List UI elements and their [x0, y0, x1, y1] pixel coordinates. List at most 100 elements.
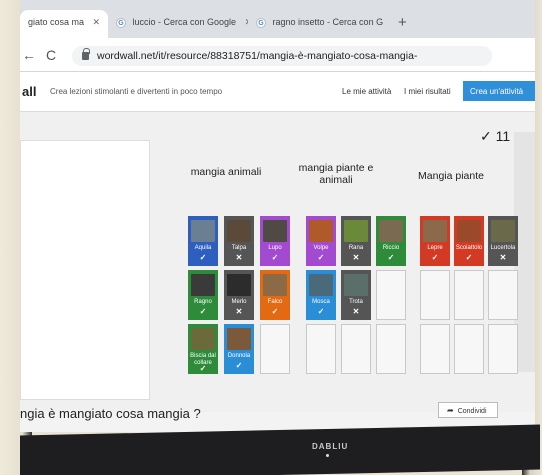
correct-icon: ✓: [235, 361, 243, 370]
tab-title: giato cosa ma: [28, 17, 85, 27]
empty-slot[interactable]: [454, 270, 484, 320]
url-text: wordwall.net/it/resource/88318751/mangia…: [97, 50, 418, 62]
wordwall-logo[interactable]: all: [22, 84, 36, 99]
animal-photo: [191, 220, 215, 242]
animal-card[interactable]: Volpe ✓: [306, 216, 336, 266]
share-label: Condividi: [457, 408, 487, 415]
card-label: Riccio: [382, 245, 400, 251]
activity-title: ngia è mangiato cosa mangia ?: [20, 406, 201, 421]
empty-slot[interactable]: [376, 324, 406, 374]
screen: giato cosa ma ✕ G luccio - Cerca con Goo…: [20, 0, 535, 432]
card-label: Falco: [267, 299, 283, 305]
wordwall-header: all Crea lezioni stimolanti e divertenti…: [20, 72, 535, 112]
new-tab-button[interactable]: +: [398, 14, 407, 31]
card-label: Rana: [348, 245, 364, 251]
card-label: Lucertola: [490, 245, 516, 251]
animal-card[interactable]: Donnola ✓: [224, 324, 254, 374]
correct-icon: ✓: [465, 253, 473, 262]
empty-slot[interactable]: [376, 270, 406, 320]
animal-photo: [227, 328, 251, 350]
tab-wordwall[interactable]: giato cosa ma ✕: [20, 10, 108, 38]
tab-luccio[interactable]: G luccio - Cerca con Google ✕: [108, 10, 248, 38]
correct-icon: ✓: [199, 253, 207, 262]
empty-slot[interactable]: [420, 270, 450, 320]
animal-photo: [309, 220, 333, 242]
empty-slot[interactable]: [306, 324, 336, 374]
tab-ragno[interactable]: G ragno insetto - Cerca con G ✕: [248, 10, 388, 38]
google-icon: G: [256, 17, 266, 28]
game-area: ✓ 11 mangia animali mangia piante e anim…: [20, 112, 535, 412]
card-label: Trota: [349, 299, 363, 305]
animal-card[interactable]: Lepre ✓: [420, 216, 450, 266]
power-led: [326, 454, 329, 457]
empty-slot[interactable]: [488, 270, 518, 320]
address-bar[interactable]: wordwall.net/it/resource/88318751/mangia…: [72, 46, 492, 66]
column-title-herbivores: Mangia piante: [418, 170, 484, 182]
animal-card[interactable]: Scoiattolo ✓: [454, 216, 484, 266]
animal-card[interactable]: Mosca ✓: [306, 270, 336, 320]
empty-slot[interactable]: [488, 324, 518, 374]
animal-card[interactable]: Lucertola ✕: [488, 216, 518, 266]
card-label: Aquila: [194, 245, 212, 251]
browser-toolbar: ← C wordwall.net/it/resource/88318751/ma…: [20, 38, 535, 72]
animal-photo: [309, 274, 333, 296]
share-button[interactable]: ➦ Condividi: [438, 402, 498, 418]
animal-photo: [191, 328, 215, 350]
animal-card[interactable]: Trota ✕: [341, 270, 371, 320]
reload-icon[interactable]: C: [46, 47, 56, 63]
share-icon: ➦: [447, 406, 454, 415]
back-icon[interactable]: ←: [22, 47, 36, 63]
card-label: Lepre: [427, 245, 443, 251]
close-icon[interactable]: ✕: [93, 17, 101, 27]
animal-photo: [263, 274, 287, 296]
correct-icon: ✓: [199, 307, 207, 316]
monitor-brand: DABLIU: [312, 442, 349, 451]
my-activities-link[interactable]: Le mie attività: [342, 87, 391, 96]
animal-card[interactable]: Riccio ✓: [376, 216, 406, 266]
animal-card[interactable]: Lupo ✓: [260, 216, 290, 266]
animal-card[interactable]: Talpa ✕: [224, 216, 254, 266]
animal-photo: [457, 220, 481, 242]
card-label: Ragno: [194, 299, 212, 305]
animal-card[interactable]: Ragno ✓: [188, 270, 218, 320]
animal-photo: [227, 274, 251, 296]
monitor-bezel: [20, 424, 540, 475]
animal-photo: [344, 220, 368, 242]
correct-icon: ✓: [317, 253, 325, 262]
google-icon: G: [116, 17, 126, 28]
animal-card[interactable]: Aquila ✓: [188, 216, 218, 266]
correct-icon: ✓: [317, 307, 325, 316]
animal-photo: [491, 220, 515, 242]
my-results-link[interactable]: I miei risultati: [404, 87, 451, 96]
empty-slot[interactable]: [454, 324, 484, 374]
empty-slot[interactable]: [341, 324, 371, 374]
correct-icon: ✓: [199, 364, 207, 373]
wrong-icon: ✕: [499, 253, 507, 262]
animal-photo: [379, 220, 403, 242]
column-title-omnivores: mangia piante e animali: [298, 162, 374, 186]
animal-photo: [423, 220, 447, 242]
animal-photo: [191, 274, 215, 296]
wrong-icon: ✕: [235, 253, 243, 262]
animal-photo: [263, 220, 287, 242]
lock-icon: [82, 48, 90, 60]
empty-slot[interactable]: [420, 324, 450, 374]
correct-icon: ✓: [387, 253, 395, 262]
create-activity-button[interactable]: Crea un'attività: [463, 81, 535, 101]
empty-slot[interactable]: [260, 324, 290, 374]
card-label: Mosca: [312, 299, 330, 305]
card-label: Scoiattolo: [455, 245, 483, 251]
wrong-icon: ✕: [352, 253, 360, 262]
correct-icon: ✓: [271, 307, 279, 316]
animal-card[interactable]: Merlo ✕: [224, 270, 254, 320]
animal-card[interactable]: Biscia dal collare ✓: [188, 324, 218, 374]
card-label: Lupo: [268, 245, 282, 251]
animal-card[interactable]: Falco ✓: [260, 270, 290, 320]
wrong-icon: ✕: [352, 307, 360, 316]
animal-card[interactable]: Rana ✕: [341, 216, 371, 266]
animal-photo: [227, 220, 251, 242]
left-panel: [20, 140, 150, 400]
animal-photo: [344, 274, 368, 296]
card-label: Volpe: [313, 245, 329, 251]
tab-bar: giato cosa ma ✕ G luccio - Cerca con Goo…: [20, 0, 535, 38]
